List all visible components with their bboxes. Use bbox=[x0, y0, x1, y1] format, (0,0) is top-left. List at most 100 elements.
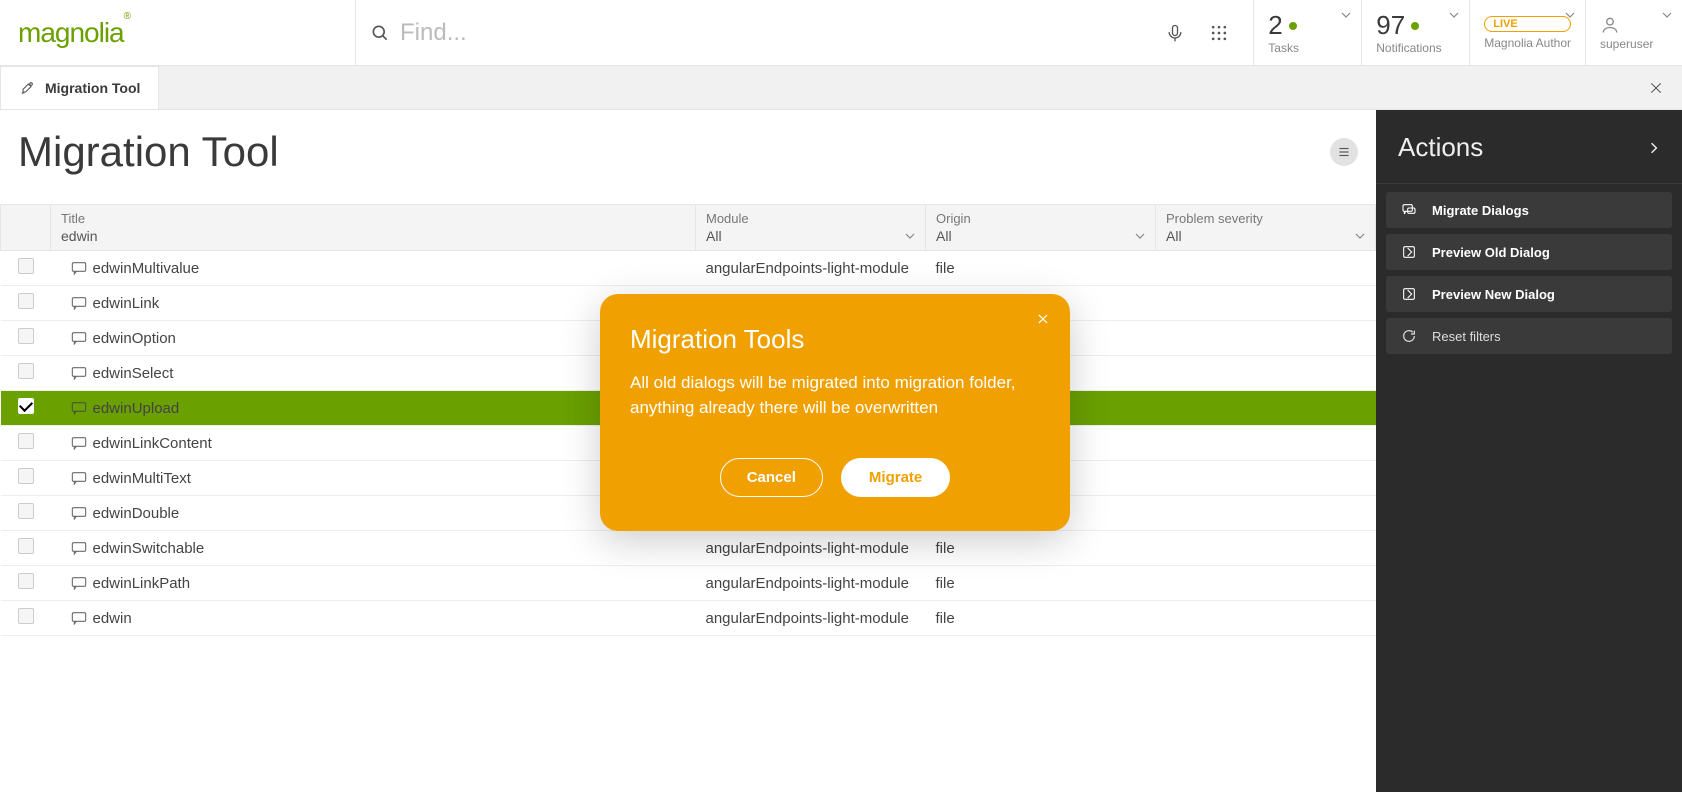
refresh-icon bbox=[1400, 328, 1418, 344]
cancel-button[interactable]: Cancel bbox=[720, 458, 823, 497]
row-title: edwinLinkPath bbox=[93, 575, 191, 592]
row-severity bbox=[1156, 426, 1376, 461]
row-severity bbox=[1156, 321, 1376, 356]
row-checkbox[interactable] bbox=[18, 398, 34, 414]
row-title: edwinSelect bbox=[93, 365, 174, 382]
apps-grid-icon[interactable] bbox=[1209, 23, 1239, 43]
logo: magnolia® bbox=[18, 17, 130, 49]
dialog-icon bbox=[71, 506, 87, 520]
row-checkbox[interactable] bbox=[18, 293, 34, 309]
actions-sidebar: Actions Migrate Dialogs Preview Old Dialo… bbox=[1376, 110, 1682, 792]
row-checkbox[interactable] bbox=[18, 328, 34, 344]
chevron-down-icon bbox=[1135, 231, 1145, 241]
chevron-down-icon bbox=[1449, 10, 1459, 20]
user-cell[interactable]: superuser bbox=[1586, 0, 1682, 65]
row-checkbox[interactable] bbox=[18, 573, 34, 589]
row-checkbox[interactable] bbox=[18, 433, 34, 449]
column-checkbox[interactable] bbox=[1, 205, 51, 251]
chevron-down-icon bbox=[1355, 231, 1365, 241]
row-title: edwinLink bbox=[93, 295, 160, 312]
tab-close-button[interactable] bbox=[1630, 66, 1682, 109]
row-title: edwinOption bbox=[93, 330, 176, 347]
chevron-right-icon bbox=[1648, 142, 1660, 154]
action-label: Preview Old Dialog bbox=[1432, 245, 1550, 260]
user-label: superuser bbox=[1600, 37, 1668, 51]
row-checkbox[interactable] bbox=[18, 363, 34, 379]
column-module[interactable]: Module All bbox=[696, 205, 926, 251]
tasks-cell[interactable]: 2 Tasks bbox=[1254, 0, 1362, 65]
row-title: edwinMultiText bbox=[93, 470, 191, 487]
dialog-icon bbox=[71, 261, 87, 275]
chat-icon bbox=[1400, 202, 1418, 218]
logo-container: magnolia® bbox=[0, 0, 356, 65]
column-severity[interactable]: Problem severity All bbox=[1156, 205, 1376, 251]
search-icon bbox=[370, 23, 400, 43]
chevron-down-icon bbox=[1565, 10, 1575, 20]
row-title: edwin bbox=[93, 610, 132, 627]
notifications-cell[interactable]: 97 Notifications bbox=[1362, 0, 1470, 65]
chevron-down-icon bbox=[1662, 10, 1672, 20]
main-content: Migration Tool Title edwin bbox=[0, 110, 1376, 792]
row-severity bbox=[1156, 461, 1376, 496]
table-row[interactable]: edwinLinkPath angularEndpoints-light-modu… bbox=[1, 566, 1376, 601]
dialog-icon bbox=[71, 541, 87, 555]
row-origin: file bbox=[926, 251, 1156, 286]
list-options-button[interactable] bbox=[1330, 138, 1358, 166]
dialog-title: Migration Tools bbox=[630, 324, 1040, 355]
row-module: angularEndpoints-light-module bbox=[696, 531, 926, 566]
row-module: angularEndpoints-light-module bbox=[696, 566, 926, 601]
dialog-close-button[interactable] bbox=[1036, 312, 1050, 326]
dialog-icon bbox=[71, 576, 87, 590]
row-origin: file bbox=[926, 531, 1156, 566]
row-severity bbox=[1156, 286, 1376, 321]
dialog-icon bbox=[71, 401, 87, 415]
row-severity bbox=[1156, 531, 1376, 566]
column-title[interactable]: Title edwin bbox=[51, 205, 696, 251]
row-severity bbox=[1156, 356, 1376, 391]
dialog-icon bbox=[71, 331, 87, 345]
action-preview-new-dialog[interactable]: Preview New Dialog bbox=[1386, 276, 1672, 312]
mic-icon[interactable] bbox=[1165, 23, 1195, 43]
table-row[interactable]: edwinangularEndpoints-light-modulefile bbox=[1, 601, 1376, 636]
row-checkbox[interactable] bbox=[18, 608, 34, 624]
user-icon bbox=[1600, 15, 1668, 35]
status-dot-icon bbox=[1411, 22, 1419, 30]
chevron-down-icon bbox=[905, 231, 915, 241]
action-reset-filters[interactable]: Reset filters bbox=[1386, 318, 1672, 354]
notifications-label: Notifications bbox=[1376, 41, 1455, 55]
row-severity bbox=[1156, 391, 1376, 426]
row-severity bbox=[1156, 601, 1376, 636]
row-checkbox[interactable] bbox=[18, 538, 34, 554]
preview-icon bbox=[1400, 286, 1418, 302]
row-severity bbox=[1156, 496, 1376, 531]
tasks-count: 2 bbox=[1268, 10, 1282, 41]
instance-label: Magnolia Author bbox=[1484, 36, 1571, 50]
sidebar-title[interactable]: Actions bbox=[1376, 110, 1682, 184]
tools-icon bbox=[19, 80, 35, 96]
dialog-icon bbox=[71, 436, 87, 450]
page-title: Migration Tool bbox=[18, 128, 279, 176]
migrate-button[interactable]: Migrate bbox=[841, 458, 950, 497]
search-box[interactable] bbox=[356, 0, 1254, 65]
column-origin[interactable]: Origin All bbox=[926, 205, 1156, 251]
action-preview-old-dialog[interactable]: Preview Old Dialog bbox=[1386, 234, 1672, 270]
row-checkbox[interactable] bbox=[18, 258, 34, 274]
search-input[interactable] bbox=[400, 19, 1165, 47]
action-label: Preview New Dialog bbox=[1432, 287, 1555, 302]
preview-icon bbox=[1400, 244, 1418, 260]
row-severity bbox=[1156, 251, 1376, 286]
row-severity bbox=[1156, 566, 1376, 601]
action-migrate-dialogs[interactable]: Migrate Dialogs bbox=[1386, 192, 1672, 228]
table-row[interactable]: edwinSwitchable angularEndpoints-light-mo… bbox=[1, 531, 1376, 566]
row-title: edwinLinkContent bbox=[93, 435, 212, 452]
row-checkbox[interactable] bbox=[18, 503, 34, 519]
dialog-icon bbox=[71, 471, 87, 485]
table-row[interactable]: edwinMultivalueangularEndpoints-light-mo… bbox=[1, 251, 1376, 286]
row-checkbox[interactable] bbox=[18, 468, 34, 484]
dialog-icon bbox=[71, 366, 87, 380]
tab-migration-tool[interactable]: Migration Tool bbox=[0, 66, 159, 109]
app-header: magnolia® 2 Tasks 97 Notifications LIVE … bbox=[0, 0, 1682, 66]
row-title: edwinSwitchable bbox=[93, 540, 205, 557]
row-title: edwinMultivalue bbox=[93, 260, 200, 277]
instance-cell[interactable]: LIVE Magnolia Author bbox=[1470, 0, 1586, 65]
